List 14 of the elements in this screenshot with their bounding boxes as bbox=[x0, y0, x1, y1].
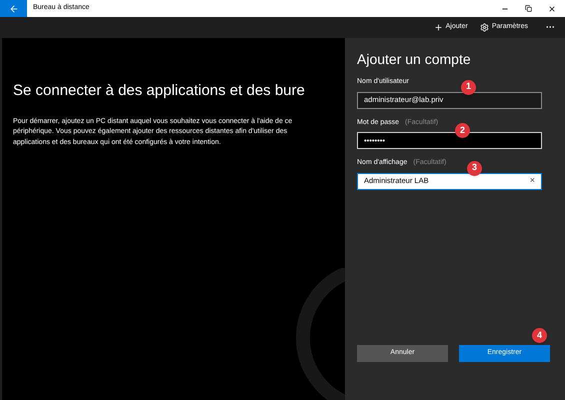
close-icon[interactable] bbox=[548, 4, 556, 12]
number-marker: 2 bbox=[455, 123, 470, 138]
main-heading: Se connecter à des applications et des bure bbox=[13, 81, 306, 101]
plus-icon bbox=[434, 23, 443, 32]
back-icon bbox=[8, 4, 18, 14]
clear-button[interactable]: × bbox=[530, 174, 535, 188]
restore-icon[interactable] bbox=[525, 5, 532, 12]
number-marker: 3 bbox=[467, 160, 482, 176]
settings-icon bbox=[480, 23, 489, 32]
back-button[interactable] bbox=[0, 0, 27, 17]
number-marker: 1 bbox=[461, 80, 476, 94]
panel-title: Ajouter un compte bbox=[357, 50, 472, 68]
number-marker: 4 bbox=[532, 328, 547, 343]
more-button[interactable]: ··· bbox=[546, 20, 555, 34]
